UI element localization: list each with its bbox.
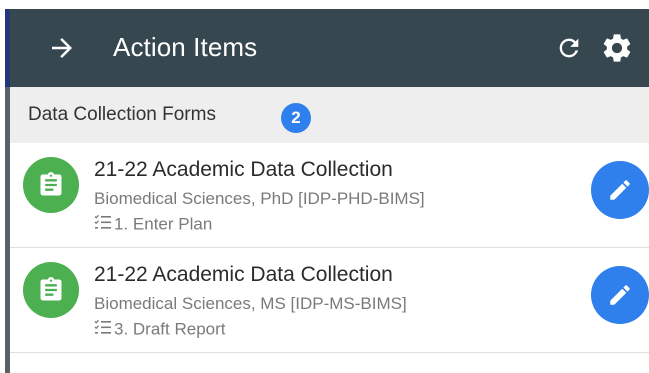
checklist-icon [94,319,112,341]
item-program: Biomedical Sciences, PhD [IDP-PHD-BIMS] [94,189,425,208]
window-left-edge [0,0,10,373]
clipboard-icon [23,157,79,213]
item-title: 21-22 Academic Data Collection [94,263,393,286]
pencil-icon[interactable] [591,266,649,324]
item-step: 3. Draft Report [94,318,226,341]
count-badge: 2 [281,103,311,133]
pencil-icon[interactable] [591,161,649,219]
item-step-label: 1. Enter Plan [114,214,213,234]
panel-title: Action Items [113,32,258,62]
list-item[interactable]: 21-22 Academic Data Collection Biomedica… [10,143,649,248]
item-step-label: 3. Draft Report [114,319,226,339]
action-items-panel: Action Items Data Collection Forms 2 21-… [10,9,649,373]
gear-icon[interactable] [600,31,634,65]
item-step: 1. Enter Plan [94,213,212,236]
checklist-icon [94,214,112,236]
section-title: Data Collection Forms [28,104,216,125]
item-title: 21-22 Academic Data Collection [94,158,393,181]
section-header[interactable]: Data Collection Forms 2 [10,87,649,143]
list-item[interactable]: 21-22 Academic Data Collection Biomedica… [10,248,649,353]
window-top-margin [0,0,649,9]
panel-header: Action Items [10,9,649,87]
item-program: Biomedical Sciences, MS [IDP-MS-BIMS] [94,294,407,313]
refresh-icon[interactable] [555,34,583,62]
clipboard-icon [23,262,79,318]
arrow-right-icon[interactable] [47,33,77,63]
